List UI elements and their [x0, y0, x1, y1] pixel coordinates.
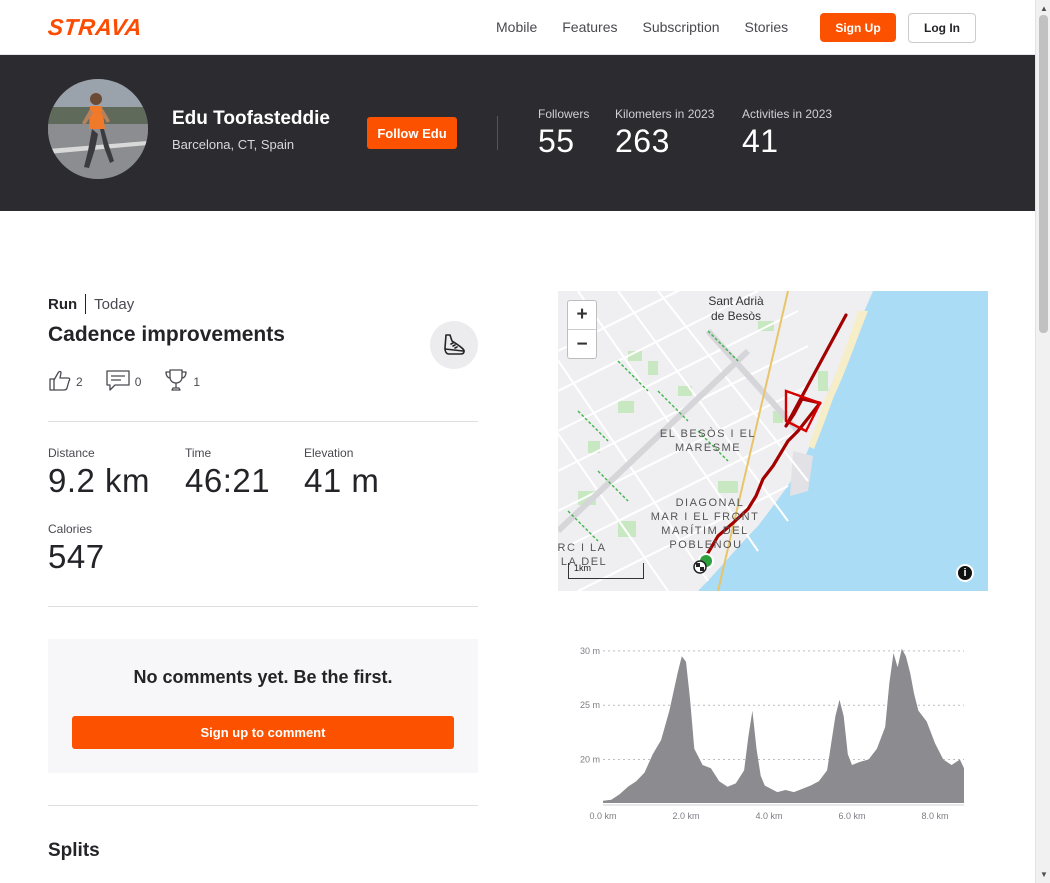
x-tick-label: 0.0 km — [589, 811, 616, 821]
stat-label: Kilometers in 2023 — [615, 107, 715, 121]
splits-heading: Splits — [48, 840, 100, 861]
metric-value: 9.2 km — [48, 462, 151, 499]
thumbs-up-icon[interactable] — [48, 368, 72, 395]
map-label: MARESME — [675, 442, 741, 454]
x-tick-label: 2.0 km — [672, 811, 699, 821]
follow-button[interactable]: Follow Edu — [367, 117, 457, 149]
stat-label: Followers — [538, 107, 590, 121]
map-label: EL BESÒS I EL — [660, 427, 756, 440]
metric-distance: Distance 9.2 km — [48, 446, 150, 500]
metric-label: Calories — [48, 522, 93, 536]
y-tick-label: 25 m — [580, 700, 600, 710]
elevation-area[interactable] — [603, 648, 964, 803]
map-label: de Besòs — [711, 309, 761, 323]
y-tick-label: 20 m — [580, 755, 600, 765]
nav-links: Mobile Features Subscription Stories — [496, 19, 788, 35]
stat-value: 263 — [615, 123, 670, 159]
athlete-location: Barcelona, CT, Spain — [172, 137, 295, 152]
map-label: MAR I EL FRONT — [651, 511, 760, 523]
divider — [48, 421, 478, 422]
sign-up-to-comment-button[interactable]: Sign up to comment — [72, 716, 454, 749]
metric-calories: Calories 547 — [48, 522, 105, 576]
divider — [48, 805, 478, 806]
log-in-button[interactable]: Log In — [908, 13, 976, 43]
header-divider — [497, 116, 498, 150]
stat-kilometers: Kilometers in 2023 263 — [615, 107, 714, 160]
elevation-chart: 30 m 25 m 20 m 0.0 km 2.0 km 4.0 km 6.0 km 8.0 … — [558, 630, 988, 830]
elevation-chart-svg: 30 m 25 m 20 m 0.0 km 2.0 km 4.0 km 6.0 km 8.0 … — [580, 646, 964, 821]
kudos-count[interactable]: 2 — [76, 375, 83, 389]
x-tick-label: 6.0 km — [838, 811, 865, 821]
no-comments-message: No comments yet. Be the first. — [133, 667, 393, 687]
activity-type-date: Run Today — [48, 294, 134, 314]
achievements-group[interactable]: 1 — [163, 367, 200, 396]
zoom-out-button[interactable]: − — [568, 330, 596, 359]
metric-label: Elevation — [304, 446, 354, 460]
map-label: POBLENOU — [669, 539, 742, 551]
shoe-icon[interactable] — [430, 321, 478, 369]
map-label: DIAGONAL — [676, 497, 745, 509]
activity-title: Cadence improvements — [48, 323, 285, 346]
scroll-thumb[interactable] — [1039, 15, 1048, 333]
metric-label: Time — [185, 446, 212, 460]
metric-value: 41 m — [304, 462, 380, 499]
kudos-group[interactable]: 2 — [48, 368, 83, 395]
nav-link-mobile[interactable]: Mobile — [496, 19, 537, 35]
athlete-name[interactable]: Edu Toofasteddie — [172, 108, 330, 130]
athlete-avatar[interactable] — [48, 79, 148, 179]
metric-value: 46:21 — [185, 462, 271, 499]
nav-link-subscription[interactable]: Subscription — [643, 19, 720, 35]
activity-date: Today — [94, 295, 135, 313]
info-icon[interactable]: i — [956, 564, 974, 582]
map-label: MARÍTIM DEL — [661, 524, 748, 537]
social-counts: 2 0 1 — [48, 367, 222, 396]
route-map[interactable]: Sant Adrià de Besòs EL BESÒS I EL MARESM… — [558, 291, 988, 591]
page-scrollbar[interactable]: ▲ ▼ — [1035, 0, 1050, 883]
activity-type: Run — [48, 295, 78, 313]
metric-time: Time 46:21 — [185, 446, 270, 500]
map-scale-bar: 1km — [568, 563, 644, 579]
zoom-in-button[interactable]: + — [568, 301, 596, 330]
sign-up-button[interactable]: Sign Up — [820, 13, 896, 42]
stat-value: 41 — [742, 123, 779, 159]
divider — [85, 294, 87, 314]
comments-count[interactable]: 0 — [135, 375, 142, 389]
scroll-up-arrow-icon[interactable]: ▲ — [1040, 4, 1048, 13]
map-label: Sant Adrià — [708, 294, 764, 308]
map-label: RC I LA — [558, 542, 607, 554]
stat-followers: Followers 55 — [538, 107, 589, 160]
strava-logo[interactable]: STRAVA — [47, 14, 144, 41]
x-tick-label: 4.0 km — [755, 811, 782, 821]
stat-value: 55 — [538, 123, 575, 159]
metric-value: 547 — [48, 538, 105, 575]
trophy-icon[interactable] — [163, 367, 189, 396]
x-tick-label: 8.0 km — [921, 811, 948, 821]
comment-icon[interactable] — [105, 368, 131, 395]
achievements-count[interactable]: 1 — [193, 375, 200, 389]
divider — [48, 606, 478, 607]
scroll-down-arrow-icon[interactable]: ▼ — [1040, 870, 1048, 879]
y-tick-label: 30 m — [580, 646, 600, 656]
stat-label: Activities in 2023 — [742, 107, 833, 121]
metric-elevation: Elevation 41 m — [304, 446, 379, 500]
top-nav: STRAVA Mobile Features Subscription Stor… — [0, 0, 1035, 55]
metric-label: Distance — [48, 446, 95, 460]
nav-link-features[interactable]: Features — [562, 19, 617, 35]
stat-activities: Activities in 2023 41 — [742, 107, 832, 160]
zoom-control: + − — [567, 300, 597, 359]
nav-link-stories[interactable]: Stories — [745, 19, 789, 35]
athlete-header: Edu Toofasteddie Barcelona, CT, Spain Fo… — [0, 55, 1035, 211]
comments-group[interactable]: 0 — [105, 368, 142, 395]
comments-panel: No comments yet. Be the first. Sign up t… — [48, 639, 478, 773]
